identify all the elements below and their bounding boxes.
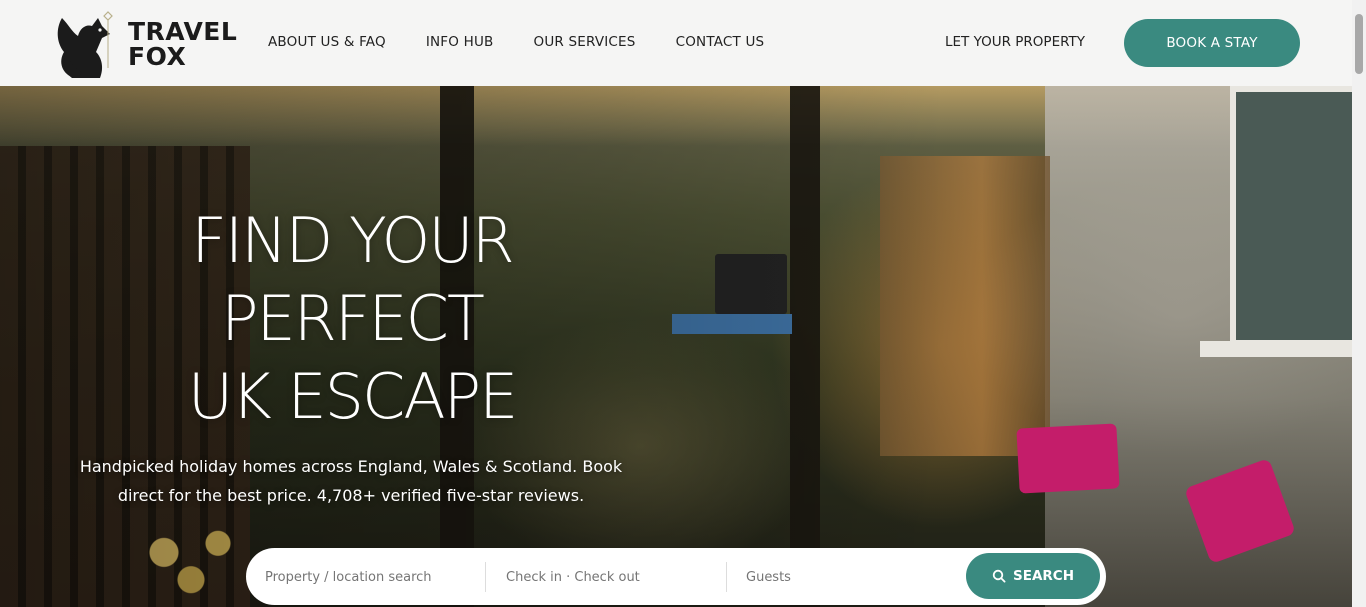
- let-your-property-link[interactable]: LET YOUR PROPERTY: [945, 34, 1085, 50]
- nav-contact-us[interactable]: CONTACT US: [676, 34, 765, 50]
- search-button[interactable]: SEARCH: [966, 553, 1100, 599]
- dates-input[interactable]: [506, 562, 724, 592]
- search-divider: [726, 562, 727, 592]
- site-header: TRAVEL FOX ABOUT US & FAQ INFO HUB OUR S…: [0, 0, 1366, 86]
- hero-subtext-line-2: direct for the best price. 4,708+ verifi…: [117, 486, 585, 505]
- hero-subtext-line-1: Handpicked holiday homes across England,…: [79, 457, 623, 476]
- logo-line-2: FOX: [128, 42, 187, 71]
- nav-info-hub[interactable]: INFO HUB: [426, 34, 494, 50]
- page-scrollbar[interactable]: [1352, 0, 1366, 607]
- headline-line-3: UK ESCAPE: [187, 360, 519, 433]
- logo[interactable]: TRAVEL FOX: [52, 8, 242, 80]
- nav-our-services[interactable]: OUR SERVICES: [534, 34, 636, 50]
- location-search-input[interactable]: [265, 562, 483, 592]
- scrollbar-thumb[interactable]: [1355, 14, 1363, 74]
- fox-logo-icon: [57, 11, 113, 78]
- logo-line-1: TRAVEL: [128, 17, 238, 46]
- nav-about-faq[interactable]: ABOUT US & FAQ: [268, 34, 386, 50]
- page: TRAVEL FOX ABOUT US & FAQ INFO HUB OUR S…: [0, 0, 1366, 607]
- hero: FIND YOUR PERFECT UK ESCAPE Handpicked h…: [0, 86, 1352, 607]
- search-button-label: SEARCH: [1013, 568, 1074, 584]
- logo-wordmark: TRAVEL FOX: [128, 19, 237, 69]
- headline-line-1: FIND YOUR: [191, 204, 515, 277]
- search-divider: [485, 562, 486, 592]
- book-a-stay-button[interactable]: BOOK A STAY: [1124, 19, 1300, 67]
- hero-subtext: Handpicked holiday homes across England,…: [40, 452, 662, 510]
- main-nav: ABOUT US & FAQ INFO HUB OUR SERVICES CON…: [268, 34, 764, 50]
- headline-line-2: PERFECT: [221, 282, 485, 355]
- search-bar: SEARCH: [246, 548, 1106, 605]
- hero-headline: FIND YOUR PERFECT UK ESCAPE: [150, 202, 554, 436]
- guests-input[interactable]: [746, 562, 956, 592]
- search-icon: [992, 569, 1006, 583]
